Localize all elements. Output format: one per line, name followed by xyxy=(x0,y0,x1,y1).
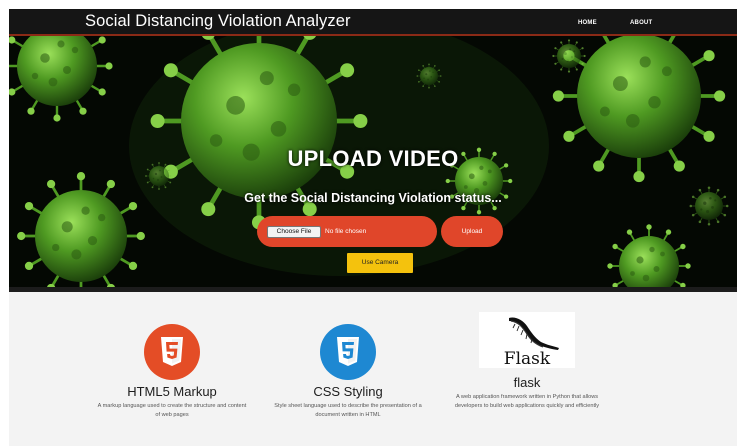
flask-horn-icon: Flask xyxy=(504,317,559,369)
css3-icon xyxy=(320,324,376,380)
hero-banner: UPLOAD VIDEO Get the Social Distancing V… xyxy=(9,36,737,287)
nav-about-link[interactable]: ABOUT xyxy=(630,20,652,26)
flask-logo: Flask xyxy=(479,312,575,369)
no-file-chosen-text: No file chosen xyxy=(325,228,367,235)
hero-title: UPLOAD VIDEO xyxy=(287,146,459,171)
css3-description: Style sheet language used to describe th… xyxy=(274,403,422,418)
use-camera-button[interactable]: Use Camera xyxy=(347,253,413,273)
css3-title: CSS Styling xyxy=(313,384,383,399)
hero-subtitle: Get the Social Distancing Violation stat… xyxy=(244,191,502,205)
html5-description: A markup language used to create the str… xyxy=(97,403,247,418)
html5-icon xyxy=(144,324,200,380)
nav-home-link[interactable]: HOME xyxy=(578,20,597,26)
flask-description: A web application framework written in P… xyxy=(454,394,600,409)
top-navbar: Social Distancing Violation Analyzer HOM… xyxy=(9,9,737,36)
page: Social Distancing Violation Analyzer HOM… xyxy=(9,9,737,446)
upload-button[interactable]: Upload xyxy=(441,216,503,247)
choose-file-button[interactable]: Choose File xyxy=(267,226,321,238)
html5-title: HTML5 Markup xyxy=(127,384,217,399)
brand-title[interactable]: Social Distancing Violation Analyzer xyxy=(85,12,351,31)
flask-title: flask xyxy=(513,375,541,390)
flask-logo-text: Flask xyxy=(504,349,551,368)
features-section: HTML5 Markup A markup language used to c… xyxy=(9,292,737,446)
